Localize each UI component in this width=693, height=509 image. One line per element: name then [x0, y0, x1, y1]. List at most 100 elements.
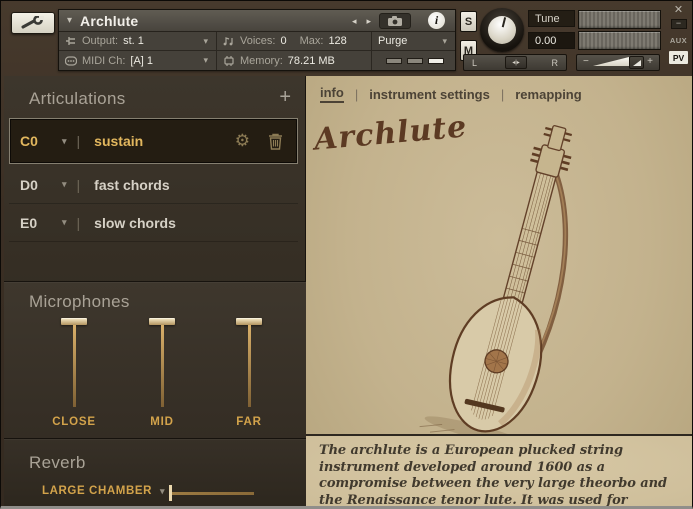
voices-value: 0	[280, 35, 287, 47]
tab-remapping[interactable]: remapping	[515, 87, 581, 102]
output-cell[interactable]: Output: st. 1 ▾	[59, 32, 217, 50]
key-dropdown-icon[interactable]: ▾	[62, 179, 67, 190]
meter-segment	[407, 57, 423, 64]
pan-right-label: R	[551, 57, 559, 68]
memory-label: Memory:	[240, 54, 283, 67]
slider-track	[247, 325, 251, 407]
midi-memory-row: MIDI Ch: [A] 1 ▾ Memory: 78.21 MB	[59, 51, 455, 70]
camera-icon	[388, 16, 402, 26]
level-meter-right	[578, 31, 661, 50]
midi-label: MIDI Ch:	[82, 54, 126, 67]
edit-wrench-button[interactable]	[11, 12, 55, 34]
tune-value-box[interactable]: 0.00	[528, 32, 575, 49]
reverb-preset-dropdown[interactable]: LARGE CHAMBER ▾	[42, 485, 165, 497]
voices-label: Voices:	[240, 35, 276, 47]
mic-slider-mid[interactable]: MID	[124, 318, 200, 438]
tune-knob-cap	[488, 16, 516, 44]
purge-cell[interactable]: Purge ▾	[372, 32, 455, 50]
aux-button[interactable]: AUX	[670, 36, 687, 45]
articulation-key: E0	[20, 214, 38, 231]
volume-minus-button[interactable]: −	[583, 56, 589, 67]
mic-label-far: FAR	[236, 416, 262, 428]
tab-instrument-settings[interactable]: instrument settings	[369, 87, 490, 102]
pan-left-label: L	[472, 57, 478, 68]
volume-wedge	[593, 57, 629, 66]
articulation-row-fast-chords[interactable]: D0 ▾ | fast chords	[9, 166, 298, 204]
close-icon[interactable]: ✕	[674, 4, 683, 16]
key-dropdown-icon[interactable]: ▾	[62, 217, 67, 228]
memory-cell: Memory: 78.21 MB	[217, 51, 372, 70]
add-articulation-button[interactable]: +	[279, 86, 291, 109]
info-panel: info | instrument settings | remapping A…	[306, 76, 692, 506]
info-button[interactable]: i	[428, 12, 445, 29]
tab-separator: |	[500, 86, 505, 102]
max-label: Max:	[299, 35, 324, 47]
pan-slider[interactable]: L ◂|▸ R	[463, 54, 567, 71]
level-meter-left	[578, 10, 661, 29]
midi-dropdown-icon[interactable]: ▾	[203, 55, 208, 66]
pipe-divider: |	[76, 176, 81, 193]
slider-handle[interactable]	[149, 318, 175, 325]
solo-button[interactable]: S	[460, 11, 477, 32]
archlute-illustration	[419, 125, 573, 434]
reverb-slider-track[interactable]	[171, 492, 254, 495]
slider-track	[160, 325, 164, 407]
kontakt-instrument-window: ▾ Archlute ◂ ▸ i Output: st. 1 ▾ Voices:…	[0, 0, 693, 509]
articulation-row-slow-chords[interactable]: E0 ▾ | slow chords	[9, 204, 298, 242]
mic-slider-far[interactable]: FAR	[211, 318, 287, 438]
pipe-divider: |	[76, 214, 81, 231]
snapshot-camera-button[interactable]	[379, 13, 411, 29]
midi-cell[interactable]: MIDI Ch: [A] 1 ▾	[59, 51, 217, 70]
microphones-title: Microphones	[29, 292, 130, 311]
trash-icon[interactable]	[268, 133, 283, 150]
slider-handle[interactable]	[61, 318, 87, 325]
tab-info[interactable]: info	[320, 85, 344, 103]
tune-knob[interactable]	[480, 8, 524, 52]
instrument-header-panel: ▾ Archlute ◂ ▸ i Output: st. 1 ▾ Voices:…	[58, 9, 456, 71]
gear-icon[interactable]: ⚙	[235, 131, 250, 151]
slider-handle[interactable]	[236, 318, 262, 325]
key-dropdown-icon[interactable]: ▾	[62, 136, 67, 147]
articulations-title: Articulations	[29, 89, 126, 108]
reverb-section: Reverb LARGE CHAMBER ▾	[4, 438, 306, 506]
tune-value: 0.00	[535, 34, 557, 47]
memory-chip-icon	[224, 55, 234, 66]
midi-din-icon	[65, 55, 77, 66]
purge-dropdown-icon[interactable]: ▾	[442, 36, 447, 47]
reverb-title: Reverb	[29, 453, 86, 472]
description-panel: The archlute is a European plucked strin…	[306, 434, 692, 506]
articulation-name: sustain	[94, 133, 144, 149]
instrument-dropdown-icon[interactable]: ▾	[67, 15, 72, 26]
mic-slider-close[interactable]: CLOSE	[36, 318, 112, 438]
tab-separator: |	[354, 86, 359, 102]
wrench-icon	[21, 16, 44, 29]
volume-handle[interactable]	[629, 56, 644, 69]
articulation-key: C0	[20, 133, 38, 149]
reverb-slider-handle[interactable]	[169, 485, 172, 501]
articulation-name: fast chords	[94, 176, 170, 193]
tune-label: Tune	[535, 12, 560, 25]
pv-button[interactable]: PV	[669, 51, 688, 64]
output-jack-icon	[66, 37, 75, 45]
reverb-dropdown-icon: ▾	[160, 485, 166, 496]
instrument-name: Archlute	[80, 12, 139, 29]
articulation-row-sustain[interactable]: C0 ▾ | sustain ⚙	[9, 118, 298, 164]
max-value: 128	[328, 35, 347, 47]
meter-segment	[386, 57, 402, 64]
tune-label-box: Tune	[528, 10, 575, 27]
purge-label: Purge	[378, 35, 408, 47]
meter-segment	[428, 57, 444, 64]
window-controls-strip: ✕ − AUX PV	[665, 4, 692, 72]
memory-value: 78.21 MB	[287, 54, 335, 67]
minimize-icon[interactable]: −	[670, 19, 687, 29]
volume-plus-button[interactable]: +	[647, 56, 653, 67]
output-dropdown-icon[interactable]: ▾	[203, 36, 208, 47]
memory-segment-meter	[386, 57, 444, 64]
articulation-name: slow chords	[94, 214, 176, 231]
pan-handle[interactable]: ◂|▸	[505, 56, 527, 69]
output-value: st. 1	[123, 35, 144, 47]
volume-slider[interactable]: − +	[576, 54, 660, 71]
next-instrument-icon[interactable]: ▸	[366, 16, 371, 27]
prev-instrument-icon[interactable]: ◂	[352, 16, 357, 27]
purge-meter-cell	[372, 51, 455, 70]
